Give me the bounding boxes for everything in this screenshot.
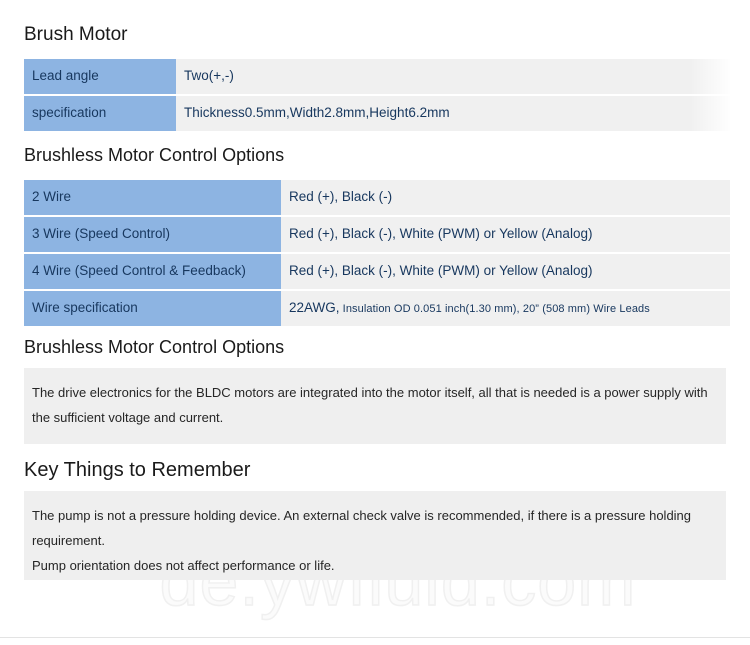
row-label: Wire specification xyxy=(24,291,281,326)
row-value: Red (+), Black (-), White (PWM) or Yello… xyxy=(281,254,730,289)
note-paragraph: Pump orientation does not affect perform… xyxy=(32,558,335,573)
row-label: 4 Wire (Speed Control & Feedback) xyxy=(24,254,281,289)
row-label: 2 Wire xyxy=(24,180,281,215)
row-value: Red (+), Black (-), White (PWM) or Yello… xyxy=(281,217,730,252)
wire-detail: Insulation OD 0.051 inch(1.30 mm), 20” (… xyxy=(339,303,650,316)
row-value: Two(+,-) xyxy=(176,59,730,94)
brush-motor-table: Lead angle Two(+,-) specification Thickn… xyxy=(24,57,730,133)
note-paragraph: The drive electronics for the BLDC motor… xyxy=(32,385,708,425)
wire-gauge: 22AWG, xyxy=(289,300,340,316)
brushless-options-table: 2 Wire Red (+), Black (-) 3 Wire (Speed … xyxy=(24,178,730,328)
heading-brush-motor: Brush Motor xyxy=(24,24,128,45)
table-row: specification Thickness0.5mm,Width2.8mm,… xyxy=(24,96,730,131)
row-value: 22AWG, Insulation OD 0.051 inch(1.30 mm)… xyxy=(281,291,730,326)
document-page: de.ywfluid.com Brush Motor Lead angle Tw… xyxy=(0,0,750,645)
table-row: 3 Wire (Speed Control) Red (+), Black (-… xyxy=(24,217,730,252)
bottom-divider xyxy=(0,637,750,638)
note-paragraph: The pump is not a pressure holding devic… xyxy=(32,508,692,548)
heading-key-things: Key Things to Remember xyxy=(24,459,251,481)
heading-brushless-options: Brushless Motor Control Options xyxy=(24,145,285,165)
row-label: 3 Wire (Speed Control) xyxy=(24,217,281,252)
table-row: Lead angle Two(+,-) xyxy=(24,59,730,94)
heading-brushless-note: Brushless Motor Control Options xyxy=(24,337,285,357)
row-label: specification xyxy=(24,96,176,131)
row-value: Thickness0.5mm,Width2.8mm,Height6.2mm xyxy=(176,96,730,131)
row-label: Lead angle xyxy=(24,59,176,94)
table-row: Wire specification 22AWG, Insulation OD … xyxy=(24,291,730,326)
key-things-note-box: The pump is not a pressure holding devic… xyxy=(24,491,726,580)
table-row: 4 Wire (Speed Control & Feedback) Red (+… xyxy=(24,254,730,289)
brushless-note-box: The drive electronics for the BLDC motor… xyxy=(24,368,726,444)
table-row: 2 Wire Red (+), Black (-) xyxy=(24,180,730,215)
row-value: Red (+), Black (-) xyxy=(281,180,730,215)
